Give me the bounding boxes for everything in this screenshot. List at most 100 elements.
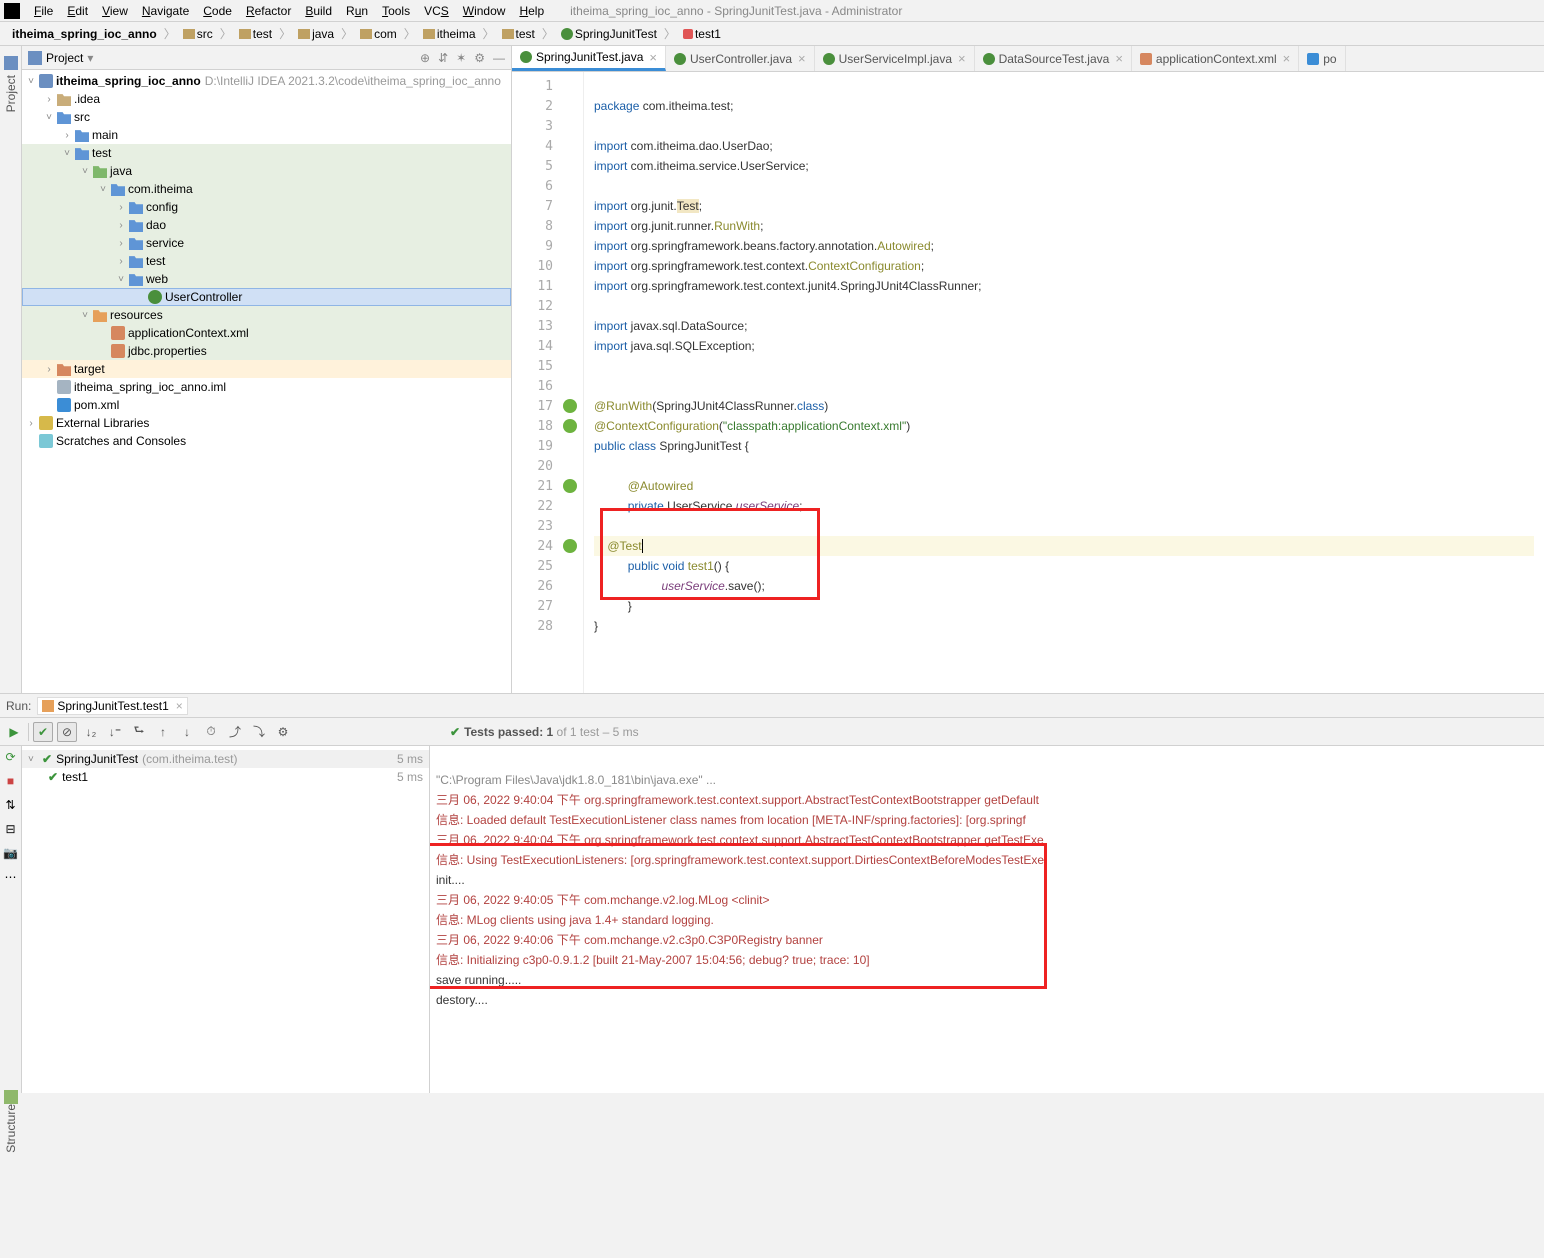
breadcrumb-item[interactable]: java [294, 26, 338, 42]
menu-navigate[interactable]: Navigate [136, 2, 195, 20]
close-icon[interactable]: × [958, 51, 966, 66]
menu-tools[interactable]: Tools [376, 2, 416, 20]
tree-item[interactable]: ›main [22, 126, 511, 144]
expand-icon[interactable]: ⇵ [438, 51, 448, 65]
tree-item[interactable]: ›.idea [22, 90, 511, 108]
run-tool-window: Run: SpringJunitTest.test1× ▶ ✔ ⊘ ↓₂ ↓⁼ … [0, 693, 1544, 1093]
project-tree: ˅itheima_spring_ioc_annoD:\IntelliJ IDEA… [22, 70, 511, 693]
stop-button[interactable]: ■ [7, 774, 14, 788]
menu-code[interactable]: Code [197, 2, 238, 20]
run-toolbar: ▶ ✔ ⊘ ↓₂ ↓⁼ ⮑ ↑ ↓ ⏱ ⤴ ⤵ ⚙ ✔ Tests passed… [0, 718, 1544, 746]
project-panel: Project ▾ ⊕ ⇵ ✶ ⚙ — ˅itheima_spring_ioc_… [22, 46, 512, 693]
breadcrumb-item[interactable]: test [235, 26, 276, 42]
test-root[interactable]: ˅✔ SpringJunitTest (com.itheima.test) 5 … [22, 750, 429, 768]
tree-item[interactable]: jdbc.properties [22, 342, 511, 360]
tree-item[interactable]: Scratches and Consoles [22, 432, 511, 450]
breadcrumb-item[interactable]: com [356, 26, 401, 42]
expand-all-icon[interactable]: ⮑ [129, 722, 149, 742]
console-output[interactable]: "C:\Program Files\Java\jdk1.8.0_181\bin\… [430, 746, 1544, 1093]
project-tool-label[interactable]: Project [4, 75, 18, 112]
menu-edit[interactable]: Edit [61, 2, 94, 20]
tree-root[interactable]: ˅itheima_spring_ioc_annoD:\IntelliJ IDEA… [22, 72, 511, 90]
prev-icon[interactable]: ↓ [177, 722, 197, 742]
tree-item[interactable]: ˅src [22, 108, 511, 126]
project-view-combo[interactable]: Project ▾ [28, 51, 93, 65]
run-gutter-icon[interactable] [563, 419, 577, 433]
editor-area: SpringJunitTest.java× UserController.jav… [512, 46, 1544, 693]
menu-vcs[interactable]: VCS [418, 2, 455, 20]
tree-item[interactable]: ›service [22, 234, 511, 252]
tab-springjunittest[interactable]: SpringJunitTest.java× [512, 46, 666, 71]
breadcrumb-item[interactable]: itheima [419, 26, 480, 42]
tree-item[interactable]: ›External Libraries [22, 414, 511, 432]
breadcrumb-item[interactable]: test [498, 26, 539, 42]
main-menu: FFileile Edit View Navigate Code Refacto… [28, 2, 550, 20]
collapse-all-icon[interactable]: ↑ [153, 722, 173, 742]
editor-gutter: 12345 678910 1112131415 1617 18 1920 21 … [512, 72, 584, 693]
toggle-button[interactable]: ⇅ [5, 798, 15, 812]
tree-item[interactable]: ˅java [22, 162, 511, 180]
spring-icon[interactable] [563, 399, 577, 413]
select-opened-icon[interactable]: ⊕ [420, 51, 430, 65]
menu-run[interactable]: Run [340, 2, 374, 20]
spring-icon[interactable] [563, 479, 577, 493]
breadcrumb-method[interactable]: test1 [679, 26, 725, 42]
more-button[interactable]: ⋯ [5, 870, 17, 884]
next-icon[interactable]: ⏱ [201, 722, 221, 742]
show-ignored-icon[interactable]: ⊘ [57, 722, 77, 742]
test-item[interactable]: ✔test1 5 ms [22, 768, 429, 786]
structure-tool-button[interactable]: Structure [0, 1090, 22, 1158]
tree-item[interactable]: ›target [22, 360, 511, 378]
settings-icon[interactable]: ⚙ [474, 51, 485, 65]
export-icon[interactable]: ⤴ [225, 722, 245, 742]
tab-appcontext[interactable]: applicationContext.xml× [1132, 46, 1299, 71]
rerun-button[interactable]: ⟳ [5, 750, 15, 764]
run-config-tab[interactable]: SpringJunitTest.test1× [37, 697, 187, 715]
hide-icon[interactable]: — [493, 51, 505, 65]
tab-userserviceimpl[interactable]: UserServiceImpl.java× [815, 46, 975, 71]
menu-bar: FFileile Edit View Navigate Code Refacto… [0, 0, 1544, 22]
close-icon[interactable]: × [1115, 51, 1123, 66]
collapse-icon[interactable]: ✶ [456, 51, 466, 65]
run-header: Run: SpringJunitTest.test1× [0, 694, 1544, 718]
highlight-annotation [600, 508, 820, 600]
dump-button[interactable]: 📷 [3, 846, 18, 860]
filter-icon[interactable]: ↓⁼ [105, 722, 125, 742]
rerun-icon[interactable]: ▶ [4, 722, 24, 742]
tree-item[interactable]: ˅com.itheima [22, 180, 511, 198]
sort-icon[interactable]: ↓₂ [81, 722, 101, 742]
menu-refactor[interactable]: Refactor [240, 2, 297, 20]
tab-datasourcetest[interactable]: DataSourceTest.java× [975, 46, 1132, 71]
tree-item[interactable]: pom.xml [22, 396, 511, 414]
left-tool-strip: Project [0, 46, 22, 693]
run-gutter-icon[interactable] [563, 539, 577, 553]
tree-item[interactable]: ›dao [22, 216, 511, 234]
settings-icon[interactable]: ⚙ [273, 722, 293, 742]
breadcrumb-class[interactable]: SpringJunitTest [557, 26, 661, 42]
project-tool-icon[interactable] [4, 56, 18, 70]
close-icon[interactable]: × [1283, 51, 1291, 66]
tab-po[interactable]: po [1299, 46, 1345, 71]
tree-item[interactable]: itheima_spring_ioc_anno.iml [22, 378, 511, 396]
import-icon[interactable]: ⤵ [249, 722, 269, 742]
show-passed-icon[interactable]: ✔ [33, 722, 53, 742]
close-icon[interactable]: × [649, 50, 657, 65]
code-editor[interactable]: package com.itheima.test; import com.ith… [584, 72, 1544, 693]
tree-item[interactable]: ˅web [22, 270, 511, 288]
tree-item[interactable]: ›config [22, 198, 511, 216]
menu-build[interactable]: Build [299, 2, 338, 20]
tree-item[interactable]: ›test [22, 252, 511, 270]
menu-view[interactable]: View [96, 2, 134, 20]
breadcrumb-root[interactable]: itheima_spring_ioc_anno [8, 26, 161, 42]
menu-help[interactable]: Help [513, 2, 550, 20]
tree-item[interactable]: ˅test [22, 144, 511, 162]
pin-button[interactable]: ⊟ [5, 822, 15, 836]
close-icon[interactable]: × [798, 51, 806, 66]
menu-file[interactable]: FFileile [28, 2, 59, 20]
breadcrumb-item[interactable]: src [179, 26, 217, 42]
menu-window[interactable]: Window [457, 2, 512, 20]
tab-usercontroller[interactable]: UserController.java× [666, 46, 815, 71]
tree-item[interactable]: applicationContext.xml [22, 324, 511, 342]
tree-item[interactable]: ˅resources [22, 306, 511, 324]
tree-file-selected[interactable]: UserController [22, 288, 511, 306]
